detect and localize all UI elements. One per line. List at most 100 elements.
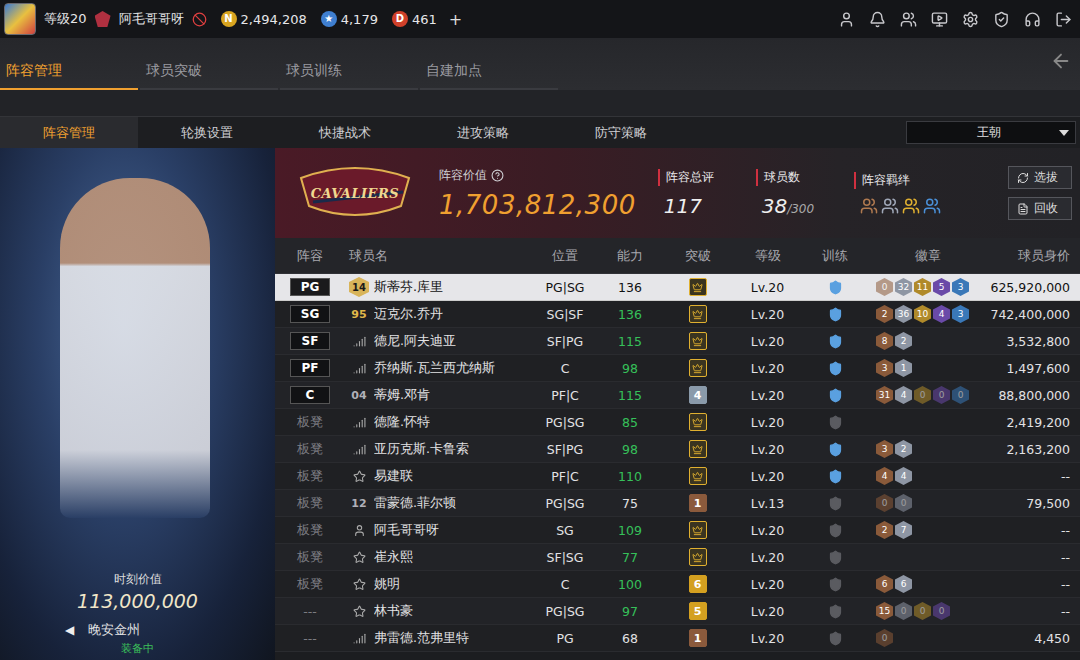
player-type-marker	[349, 574, 369, 594]
position: SF|SG	[530, 550, 600, 565]
lineup-slot: 板凳	[297, 576, 323, 593]
position: PF|C	[530, 388, 600, 403]
star-icon	[353, 551, 366, 564]
training-icon	[828, 442, 843, 457]
bell-icon[interactable]	[869, 11, 886, 28]
table-row[interactable]: 板凳易建联PF|C110Lv.2044--	[275, 463, 1080, 490]
bond-icon[interactable]	[860, 197, 878, 215]
level: Lv.20	[735, 334, 800, 349]
signal-icon	[353, 443, 366, 456]
breakthrough-badge	[689, 467, 707, 485]
badge-list: 15000	[874, 602, 981, 620]
training-icon	[828, 631, 843, 646]
position: PG	[530, 631, 600, 646]
signal-icon	[353, 416, 366, 429]
shield-icon[interactable]	[993, 11, 1010, 28]
badge-count: 3	[952, 278, 969, 296]
main-tab[interactable]: 球员训练	[280, 62, 418, 90]
lineup-slot: SF	[290, 332, 330, 350]
signal-icon	[353, 632, 366, 645]
main-tab[interactable]: 阵容管理	[0, 62, 138, 90]
video-icon[interactable]	[931, 11, 948, 28]
mode-dropdown[interactable]: 王朝	[906, 121, 1076, 144]
crown-icon	[692, 417, 703, 428]
table-row[interactable]: C04蒂姆.邓肯PF|C1154Lv.2031400088,800,000	[275, 382, 1080, 409]
table-row[interactable]: ---弗雷德.范弗里特PG681Lv.2004,450	[275, 625, 1080, 652]
sub-tab[interactable]: 防守策略	[552, 117, 690, 148]
level: Lv.20	[735, 442, 800, 457]
training-icon	[828, 307, 843, 322]
table-row[interactable]: 板凳亚历克斯.卡鲁索SF|PG98Lv.20322,163,200	[275, 436, 1080, 463]
currency-icon: N	[221, 11, 237, 27]
position: SG|SF	[530, 307, 600, 322]
add-button[interactable]: +	[445, 10, 466, 29]
prev-card-button[interactable]: ◀	[65, 623, 74, 637]
badge-count: 2	[895, 440, 912, 458]
player-value: 88,800,000	[985, 388, 1080, 403]
player-name: 阿毛哥哥呀	[374, 522, 439, 539]
table-row[interactable]: 板凳阿毛哥哥呀SG109Lv.2027--	[275, 517, 1080, 544]
badge-count: 2	[876, 305, 893, 323]
table-row[interactable]: 板凳德隆.怀特PG|SG85Lv.202,419,200	[275, 409, 1080, 436]
table-row[interactable]: ---林书豪PG|SG975Lv.2015000--	[275, 598, 1080, 625]
sub-tab[interactable]: 阵容管理	[0, 117, 138, 148]
level: Lv.20	[735, 631, 800, 646]
ability: 85	[622, 415, 638, 430]
badge-count: 4	[895, 467, 912, 485]
bond-icon[interactable]	[881, 197, 899, 215]
table-row[interactable]: SF德尼.阿夫迪亚SF|PG115Lv.20823,532,800	[275, 328, 1080, 355]
main-tab[interactable]: 球员突破	[140, 62, 278, 90]
table-row[interactable]: 板凳姚明C1006Lv.2066--	[275, 571, 1080, 598]
top-bar: 等级20阿毛哥哥呀N2,494,208★4,179D461+	[0, 0, 1080, 38]
badge-list: 00	[874, 494, 981, 512]
roster-table: 阵容球员名位置能力突破等级训练徽章球员身价PG14斯蒂芬.库里PG|SG136L…	[275, 238, 1080, 660]
level: Lv.20	[735, 280, 800, 295]
ability: 75	[622, 496, 638, 511]
select-button[interactable]: 选拔	[1008, 166, 1072, 189]
ban-icon	[192, 12, 207, 27]
bond-icon[interactable]	[902, 197, 920, 215]
badge-count: 0	[952, 386, 969, 404]
breakthrough-badge	[689, 278, 707, 296]
friends-icon[interactable]	[900, 11, 917, 28]
star-icon	[353, 470, 366, 483]
badge-count: 6	[895, 575, 912, 593]
player-level: 等级20	[44, 10, 87, 28]
sub-tab[interactable]: 进攻策略	[414, 117, 552, 148]
player-value: 2,419,200	[985, 415, 1080, 430]
position: PF|C	[530, 469, 600, 484]
badge-count: 4	[933, 305, 950, 323]
table-row[interactable]: PG14斯蒂芬.库里PG|SG136Lv.200321153625,920,00…	[275, 274, 1080, 301]
table-row[interactable]: 板凳12雷蒙德.菲尔顿PG|SG751Lv.130079,500	[275, 490, 1080, 517]
player-name: 易建联	[374, 468, 413, 485]
table-row[interactable]: PF乔纳斯.瓦兰西尤纳斯C98Lv.20311,497,600	[275, 355, 1080, 382]
badge-count: 15	[876, 602, 893, 620]
caret-icon	[1059, 130, 1069, 136]
table-row[interactable]: 板凳崔永熙SF|SG77Lv.20--	[275, 544, 1080, 571]
main-tab[interactable]: 自建加点	[420, 62, 558, 90]
player-value: 1,497,600	[985, 361, 1080, 376]
ability: 136	[618, 307, 642, 322]
gear-icon[interactable]	[962, 11, 979, 28]
crown-icon	[692, 525, 703, 536]
recycle-button[interactable]: 回收	[1008, 197, 1072, 220]
headset-icon[interactable]	[1024, 11, 1041, 28]
player-type-marker	[349, 439, 369, 459]
help-icon[interactable]	[491, 169, 504, 182]
breakthrough-badge: 4	[689, 386, 707, 404]
sub-tab[interactable]: 快捷战术	[276, 117, 414, 148]
back-arrow-icon[interactable]	[1050, 50, 1072, 72]
player-rank-badge: 04	[349, 385, 369, 405]
badge-count: 0	[895, 602, 912, 620]
app-logo-icon[interactable]	[4, 3, 36, 35]
profile-icon[interactable]	[838, 11, 855, 28]
breakthrough-badge: 5	[689, 602, 707, 620]
training-icon	[828, 415, 843, 430]
exit-icon[interactable]	[1055, 11, 1072, 28]
breakthrough-badge: 6	[689, 575, 707, 593]
bond-icon[interactable]	[923, 197, 941, 215]
table-row[interactable]: SG95迈克尔.乔丹SG|SF136Lv.202361043742,400,00…	[275, 301, 1080, 328]
level: Lv.20	[735, 415, 800, 430]
toolbar-icons	[838, 11, 1072, 28]
sub-tab[interactable]: 轮换设置	[138, 117, 276, 148]
